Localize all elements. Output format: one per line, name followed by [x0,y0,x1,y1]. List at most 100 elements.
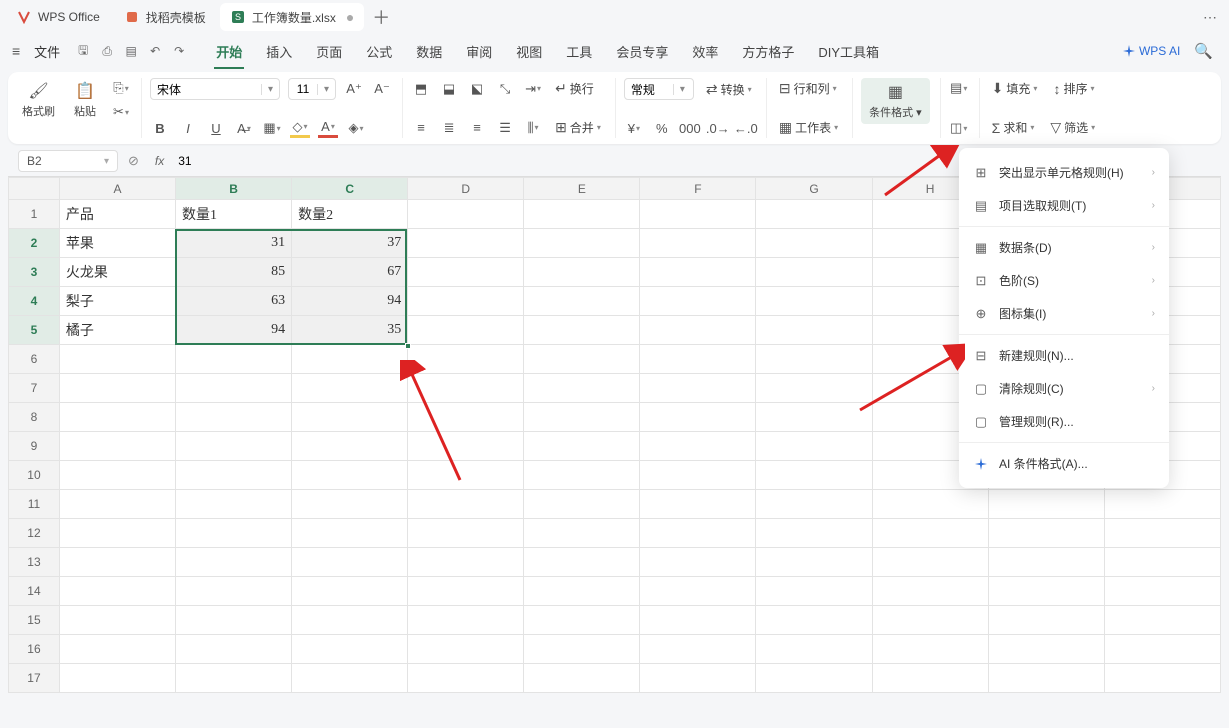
cell[interactable] [872,548,988,577]
selection-fill-handle[interactable] [405,343,411,349]
cell[interactable] [1104,490,1220,519]
select-all-corner[interactable] [9,178,60,200]
cell[interactable] [1104,635,1220,664]
align-top-icon[interactable]: ⬒ [411,79,431,99]
cell[interactable] [292,461,408,490]
column-header[interactable]: G [756,178,872,200]
print-icon[interactable]: ⎙ [98,42,116,60]
cell[interactable]: 37 [292,229,408,258]
cell[interactable] [292,606,408,635]
cell[interactable] [640,258,756,287]
preview-icon[interactable]: ▤ [122,42,140,60]
cell[interactable] [756,316,872,345]
row-header[interactable]: 10 [9,461,60,490]
cell[interactable] [524,345,640,374]
menu-item[interactable]: ▢管理规则(R)... [959,405,1169,438]
cell[interactable] [872,664,988,693]
cell[interactable]: 数量1 [176,200,292,229]
cell[interactable] [408,432,524,461]
app-tab-template[interactable]: 找稻壳模板 [114,3,216,31]
cell[interactable]: 94 [176,316,292,345]
cell[interactable] [59,519,175,548]
cell[interactable] [640,287,756,316]
ribbon-tab-diy[interactable]: DIY工具箱 [808,36,889,67]
row-header[interactable]: 3 [9,258,60,287]
name-box[interactable]: B2▾ [18,150,118,172]
cell[interactable] [59,577,175,606]
chevron-down-icon[interactable]: ▾ [104,156,109,167]
row-header[interactable]: 16 [9,635,60,664]
cell[interactable] [988,577,1104,606]
row-header[interactable]: 17 [9,664,60,693]
align-middle-icon[interactable]: ⬓ [439,79,459,99]
row-header[interactable]: 6 [9,345,60,374]
ribbon-tab-view[interactable]: 视图 [506,36,552,67]
cell[interactable] [59,548,175,577]
cell[interactable] [640,316,756,345]
cell[interactable] [756,229,872,258]
filter-button[interactable]: ▽筛选▾ [1046,117,1099,138]
column-header[interactable]: F [640,178,756,200]
cell[interactable] [292,345,408,374]
cell[interactable] [408,664,524,693]
cell[interactable] [640,519,756,548]
merge-cells-button[interactable]: ⊞合并▾ [551,117,605,138]
cell[interactable] [988,490,1104,519]
cell[interactable] [524,200,640,229]
indent-icon[interactable]: ⇥ [523,79,543,99]
font-name-input[interactable] [151,82,261,96]
wps-ai-button[interactable]: WPS AI [1123,44,1180,58]
cell[interactable] [292,403,408,432]
cell[interactable] [408,229,524,258]
cell[interactable] [640,200,756,229]
thousands-icon[interactable]: 000 [680,118,700,138]
column-header[interactable]: E [524,178,640,200]
rows-cols-button[interactable]: ⊟行和列▾ [775,78,841,99]
sum-button[interactable]: Σ求和▾ [988,117,1039,138]
cell[interactable] [640,664,756,693]
cell[interactable] [988,519,1104,548]
cell[interactable] [524,490,640,519]
cell[interactable] [640,461,756,490]
ribbon-tab-insert[interactable]: 插入 [256,36,302,67]
cell[interactable] [1104,664,1220,693]
cancel-icon[interactable]: ⊘ [122,153,145,169]
percent-icon[interactable]: % [652,118,672,138]
ribbon-tab-member[interactable]: 会员专享 [606,36,678,67]
orientation-icon[interactable]: ⤡ [495,79,515,99]
row-header[interactable]: 12 [9,519,60,548]
cell[interactable] [176,374,292,403]
cell[interactable] [524,548,640,577]
cell[interactable] [408,548,524,577]
fill-color-icon[interactable]: ◇ [290,118,310,138]
cell[interactable] [408,577,524,606]
increase-decimal-icon[interactable]: .0→ [708,118,728,138]
cell[interactable] [640,635,756,664]
currency-icon[interactable]: ¥ [624,118,644,138]
overflow-menu-icon[interactable]: ⋯ [1197,9,1223,26]
search-icon[interactable]: 🔍 [1194,42,1213,60]
ribbon-tab-ffgz[interactable]: 方方格子 [732,36,804,67]
distribute-icon[interactable]: ⫼ [523,118,543,138]
column-header[interactable]: D [408,178,524,200]
cell[interactable] [408,374,524,403]
column-header[interactable]: B [176,178,292,200]
cell[interactable] [176,490,292,519]
cell[interactable] [292,577,408,606]
clear-format-icon[interactable]: ◈ [346,118,366,138]
ribbon-tab-formula[interactable]: 公式 [356,36,402,67]
cell[interactable]: 火龙果 [59,258,175,287]
cell[interactable] [756,403,872,432]
cell[interactable] [408,461,524,490]
ribbon-tab-review[interactable]: 审阅 [456,36,502,67]
align-bottom-icon[interactable]: ⬕ [467,79,487,99]
cell[interactable] [292,548,408,577]
row-header[interactable]: 5 [9,316,60,345]
cell[interactable] [59,461,175,490]
cell-style-icon[interactable]: ◫ [949,118,969,138]
cell[interactable] [524,287,640,316]
cell[interactable]: 产品 [59,200,175,229]
underline-icon[interactable]: U [206,118,226,138]
cell[interactable] [176,577,292,606]
copy-button[interactable]: ⎘ [111,78,131,98]
